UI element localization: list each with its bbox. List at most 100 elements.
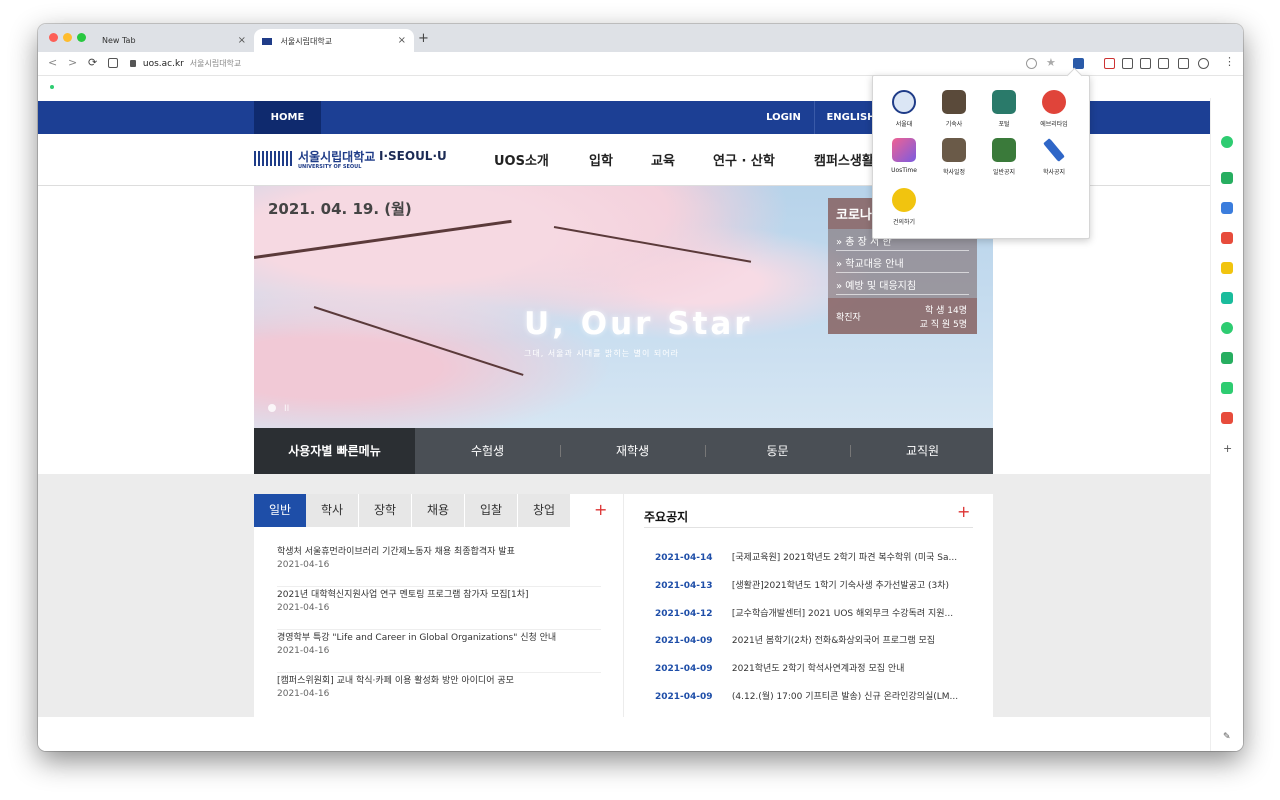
major-notice-text: 2021년 봄학기(2차) 전화&화상외국어 프로그램 모집 [731, 636, 936, 646]
profile-icon[interactable] [1198, 58, 1209, 69]
extension-shield-icon[interactable] [1026, 58, 1037, 69]
minimize-window-button[interactable] [63, 33, 72, 42]
slide-indicator[interactable] [268, 404, 276, 412]
tab-academic[interactable]: 학사 [306, 494, 358, 527]
notice-item[interactable]: 학생처 서울휴먼라이브러리 기간제노동자 채용 최종합격자 발표 2021-04… [277, 544, 601, 587]
app-tile[interactable]: 에브리타임 [1031, 90, 1077, 128]
sidebar-messenger-icon[interactable] [1221, 172, 1233, 184]
home-link[interactable]: HOME [254, 101, 321, 134]
app-tile[interactable]: 학사일정 [931, 138, 977, 176]
url-page-title: 서울시립대학교 [189, 59, 242, 68]
sidebar-green-square-icon[interactable] [1221, 382, 1233, 394]
sidebar-play-icon[interactable] [1221, 322, 1233, 334]
quick-menu: 사용자별 빠른메뉴 수험생 재학생 동문 교직원 [254, 428, 993, 474]
notice-board-icon [992, 138, 1016, 162]
covid-stat-label: 확진자 [836, 313, 861, 323]
logo-english-name: UNIVERSITY OF SEOUL [298, 164, 362, 170]
app-tile[interactable]: 포털 [981, 90, 1027, 128]
covid-stat-students: 학 생 14명 [924, 306, 967, 316]
portal-icon [992, 90, 1016, 114]
close-window-button[interactable] [49, 33, 58, 42]
address-bar[interactable]: uos.ac.kr 서울시립대학교 [130, 58, 241, 69]
tab-general[interactable]: 일반 [254, 494, 306, 527]
notice-item[interactable]: 2021년 대학혁신지원사업 연구 멘토링 프로그램 참가자 모집[1차] 20… [277, 587, 601, 630]
quick-item-applicant[interactable]: 수험생 [415, 428, 560, 474]
menu-icon[interactable]: ⋮ [1224, 55, 1235, 68]
new-tab-button[interactable]: + [418, 31, 429, 46]
nav-item-education[interactable]: 교육 [651, 150, 675, 169]
quick-item-student[interactable]: 재학생 [560, 428, 705, 474]
covid-link-response[interactable]: » 학교대응 안내 [836, 255, 969, 273]
clipboard-icon [942, 138, 966, 162]
major-notice-title: 주요공지 [644, 510, 689, 524]
app-label: 기숙사 [945, 121, 963, 128]
zoom-window-button[interactable] [77, 33, 86, 42]
major-notice-date: 2021-04-12 [655, 609, 713, 619]
app-tile[interactable]: 기숙사 [931, 90, 977, 128]
major-notice-row[interactable]: 2021-04-09 2021학년도 2학기 학석사연계과정 모집 안내 [655, 661, 904, 674]
sidebar-green-circle-icon[interactable] [1221, 136, 1233, 148]
slide-pause-button[interactable]: II [284, 404, 289, 414]
sidebar-toggle-icon[interactable] [1178, 58, 1189, 69]
nav-item-campus-life[interactable]: 캠퍼스생활 [814, 150, 874, 169]
sidebar-line-icon[interactable] [1221, 352, 1233, 364]
sidebar-red-app-icon[interactable] [1221, 412, 1233, 424]
hero-date: 2021. 04. 19. (월) [268, 200, 412, 218]
sidebar-add-icon[interactable]: + [1223, 442, 1232, 455]
reload-button[interactable]: ⟳ [88, 56, 97, 69]
cast-icon[interactable] [1122, 58, 1133, 69]
quick-item-staff[interactable]: 교직원 [850, 428, 995, 474]
quick-item-alumni[interactable]: 동문 [705, 428, 850, 474]
major-notice-row[interactable]: 2021-04-13 [생활관]2021학년도 1학기 기숙사생 추가선발공고 … [655, 578, 949, 591]
sidebar-star-icon[interactable] [1221, 262, 1233, 274]
major-notice-row[interactable]: 2021-04-09 2021년 봄학기(2차) 전화&화상외국어 프로그램 모… [655, 633, 935, 646]
close-tab-icon[interactable]: × [238, 35, 246, 46]
notice-tabs: 일반 학사 장학 채용 입찰 창업 + [254, 494, 623, 527]
sidebar-pin-icon[interactable]: ✎ [1223, 732, 1231, 742]
tab-startup[interactable]: 창업 [518, 494, 570, 527]
covid-link-prevention[interactable]: » 예방 및 대응지침 [836, 277, 969, 295]
lock-icon [130, 60, 136, 67]
tab-uos[interactable]: 서울시립대학교 × [254, 29, 414, 52]
reader-icon[interactable] [1158, 58, 1169, 69]
tab-bid[interactable]: 입찰 [465, 494, 517, 527]
notice-item[interactable]: 경영학부 특강 "Life and Career in Global Organ… [277, 630, 601, 673]
back-button[interactable]: < [48, 56, 57, 69]
major-notice-text: 2021학년도 2학기 학석사연계과정 모집 안내 [731, 664, 905, 674]
app-tile[interactable]: 일반공지 [981, 138, 1027, 176]
screenshot-icon[interactable] [1140, 58, 1151, 69]
login-link[interactable]: LOGIN [753, 101, 815, 134]
nav-item-research[interactable]: 연구 · 산학 [713, 150, 775, 169]
notice-item[interactable]: [캠퍼스위원회] 교내 학식·카페 이용 활성화 방안 아이디어 공모 2021… [277, 673, 601, 716]
browser-sidebar: + ✎ [1210, 98, 1243, 751]
flag-icon[interactable] [1104, 58, 1115, 69]
sidebar-calendar-icon[interactable] [1221, 202, 1233, 214]
major-notice-row[interactable]: 2021-04-12 [교수학습개발센터] 2021 UOS 해외무크 수강독려… [655, 606, 953, 619]
notice-date: 2021-04-16 [277, 560, 330, 570]
tab-new-tab[interactable]: New Tab × [94, 29, 254, 52]
nav-item-uos-intro[interactable]: UOS소개 [494, 150, 549, 169]
app-tile[interactable]: 학사공지 [1031, 138, 1077, 176]
app-tile[interactable]: 서울대 [881, 90, 927, 128]
major-notice-row[interactable]: 2021-04-09 (4.12.(월) 17:00 기프티콘 발송) 신규 온… [655, 689, 958, 702]
bookmark-star-icon[interactable]: ★ [1046, 56, 1057, 69]
notice-more-button[interactable]: + [594, 500, 607, 519]
tab-scholarship[interactable]: 장학 [359, 494, 411, 527]
app-tile[interactable]: 건의하기 [881, 188, 927, 226]
uostime-icon [892, 138, 916, 162]
nav-item-admission[interactable]: 입학 [589, 150, 613, 169]
close-tab-icon[interactable]: × [398, 35, 406, 46]
app-tile[interactable]: UosTime [881, 138, 927, 174]
app-label: 포털 [998, 121, 1010, 128]
notice-title: 학생처 서울휴먼라이브러리 기간제노동자 채용 최종합격자 발표 [277, 547, 515, 557]
forward-button[interactable]: > [68, 56, 77, 69]
major-more-button[interactable]: + [957, 502, 970, 521]
major-notice-row[interactable]: 2021-04-14 [국제교육원] 2021학년도 2학기 파견 복수학위 (… [655, 550, 957, 563]
sidebar-edge-icon[interactable] [1221, 292, 1233, 304]
sidebar-pocket-icon[interactable] [1221, 232, 1233, 244]
naver-icon[interactable] [108, 58, 118, 68]
tab-recruit[interactable]: 채용 [412, 494, 464, 527]
major-notice-date: 2021-04-13 [655, 581, 713, 591]
notice-date: 2021-04-16 [277, 603, 330, 613]
alarm-clock-icon [1042, 90, 1066, 114]
